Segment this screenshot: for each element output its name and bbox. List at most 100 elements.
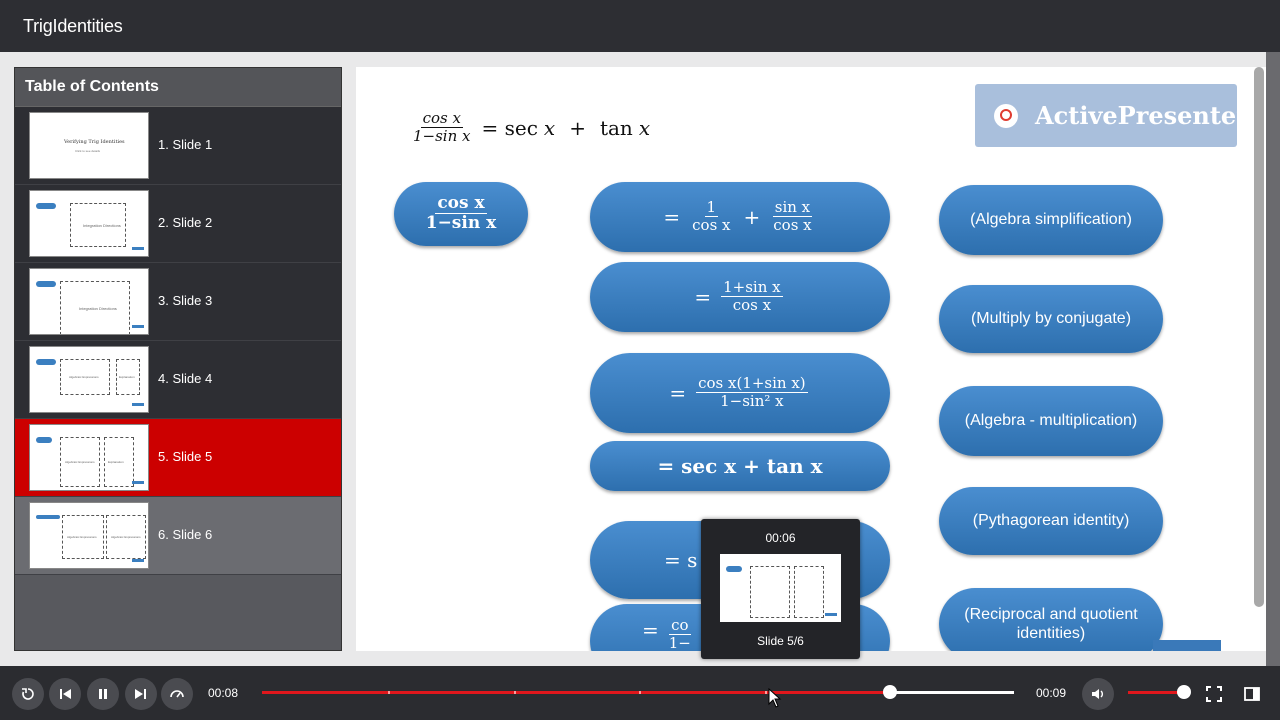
note-pythagorean-identity[interactable]: (Pythagorean identity) bbox=[939, 487, 1163, 555]
tooltip-slide-preview bbox=[720, 554, 841, 622]
note-algebra-multiplication[interactable]: (Algebra - multiplication) bbox=[939, 386, 1163, 456]
seek-progress[interactable] bbox=[262, 691, 890, 694]
slide-thumbnail: Algebraic Expressions Explanation bbox=[29, 424, 149, 491]
step-2-equals: = bbox=[694, 285, 712, 309]
note-reciprocal-quotient[interactable]: (Reciprocal and quotient identities) bbox=[939, 588, 1163, 651]
thumb-button bbox=[132, 559, 144, 562]
thumb-box: Integration Directions bbox=[70, 203, 126, 247]
title-bar: TrigIdentities bbox=[0, 0, 1280, 52]
volume-level[interactable] bbox=[1128, 691, 1184, 694]
start-expression-bubble[interactable]: cos x 1−sin x bbox=[394, 182, 528, 246]
heading-numerator: cos x bbox=[420, 109, 463, 128]
logo-icon bbox=[994, 104, 1018, 128]
sidebar-toggle-button[interactable] bbox=[1238, 680, 1266, 708]
slide-thumbnail: Algebraic Expressions Algebraic Expressi… bbox=[29, 502, 149, 569]
thumb-box: Integration Directions bbox=[60, 281, 130, 334]
thumb-box-label: Algebraic Expressions bbox=[111, 535, 141, 539]
thumb-box: Explanation bbox=[116, 359, 140, 395]
toc-item-slide-5[interactable]: Algebraic Expressions Explanation 5. Sli… bbox=[15, 419, 341, 497]
forward-button[interactable] bbox=[125, 678, 157, 710]
toc-item-slide-1[interactable]: Verifying Trig Identities Click to see d… bbox=[15, 107, 341, 185]
thumb-pill bbox=[36, 515, 60, 519]
forward-icon bbox=[135, 689, 146, 699]
step-6-equals: = bbox=[642, 618, 659, 642]
heading-x2: x bbox=[638, 115, 651, 140]
seek-handle[interactable] bbox=[883, 685, 897, 699]
toc-item-label: 4. Slide 4 bbox=[158, 371, 213, 386]
heading-denominator: 1−sin x bbox=[413, 126, 471, 145]
thumb-button bbox=[132, 247, 144, 250]
volume-icon bbox=[1092, 689, 1103, 699]
thumb-box-label: Algebraic Expressions bbox=[65, 460, 95, 464]
fraction-denominator: cos x bbox=[773, 216, 812, 235]
thumb-pill bbox=[726, 566, 742, 572]
step-1-equals: = bbox=[663, 205, 681, 229]
mute-button[interactable] bbox=[1082, 678, 1114, 710]
heading-x: x bbox=[543, 115, 556, 140]
seek-preview-tooltip: 00:06 Slide 5/6 bbox=[701, 519, 860, 659]
toc-item-slide-3[interactable]: Integration Directions 3. Slide 3 bbox=[15, 263, 341, 341]
slide-thumbnail: Verifying Trig Identities Click to see d… bbox=[29, 112, 149, 179]
right-panel-edge bbox=[1266, 52, 1280, 666]
thumb-box bbox=[794, 566, 824, 618]
step-3-bubble[interactable]: = cos x(1+sin x) 1−sin² x bbox=[590, 353, 890, 433]
thumb-title: Verifying Trig Identities bbox=[64, 139, 125, 145]
logo-text: ActivePresenter bbox=[1035, 101, 1249, 130]
heading-tan: tan bbox=[599, 115, 633, 140]
step-3-fraction: cos x(1+sin x) 1−sin² x bbox=[696, 376, 808, 409]
thumb-button bbox=[132, 403, 144, 406]
heading-sec: = sec bbox=[481, 115, 538, 140]
fraction-numerator: co bbox=[669, 616, 691, 635]
note-algebra-simplification[interactable]: (Algebra simplification) bbox=[939, 185, 1163, 255]
thumb-button bbox=[132, 325, 144, 328]
start-denominator: 1−sin x bbox=[425, 213, 497, 234]
rewind-icon bbox=[60, 689, 71, 699]
step-4-bubble[interactable]: = sec x + tan x bbox=[590, 441, 890, 491]
fraction-denominator: 1−sin² x bbox=[720, 392, 784, 411]
slide-thumbnail: Integration Directions bbox=[29, 268, 149, 335]
fraction-numerator: 1+sin x bbox=[721, 278, 783, 298]
toc-item-label: 3. Slide 3 bbox=[158, 293, 213, 308]
fullscreen-icon bbox=[1206, 686, 1222, 702]
step-1-bubble[interactable]: = 1 cos x + sin x cos x bbox=[590, 182, 890, 252]
step-2-bubble[interactable]: = 1+sin x cos x bbox=[590, 262, 890, 332]
sidebar-toggle-icon bbox=[1244, 687, 1260, 701]
start-fraction: cos x 1−sin x bbox=[424, 194, 499, 234]
thumb-box-label: Algebraic Expressions bbox=[69, 375, 99, 379]
toc-item-label: 5. Slide 5 bbox=[158, 449, 213, 464]
thumb-box: Algebraic Expressions bbox=[60, 359, 110, 395]
replay-button[interactable] bbox=[12, 678, 44, 710]
thumb-subtitle: Click to see details bbox=[75, 149, 101, 153]
slide-marker bbox=[765, 691, 767, 694]
fullscreen-button[interactable] bbox=[1200, 680, 1228, 708]
toc-item-slide-2[interactable]: Integration Directions 2. Slide 2 bbox=[15, 185, 341, 263]
step-2-fraction: 1+sin x cos x bbox=[721, 280, 783, 313]
toc-item-label: 6. Slide 6 bbox=[158, 527, 213, 542]
thumb-box: Explanation bbox=[104, 437, 134, 487]
note-multiply-by-conjugate[interactable]: (Multiply by conjugate) bbox=[939, 285, 1163, 353]
thumb-pill bbox=[36, 437, 52, 443]
slide-scrollbar-thumb[interactable] bbox=[1254, 67, 1264, 607]
speed-icon bbox=[170, 690, 184, 698]
toc-item-slide-4[interactable]: Algebraic Expressions Explanation 4. Sli… bbox=[15, 341, 341, 419]
thumb-box-label: Integration Directions bbox=[83, 223, 121, 228]
thumb-box-label: Explanation bbox=[119, 375, 135, 379]
mouse-cursor-icon bbox=[768, 688, 782, 708]
toc-item-slide-6[interactable]: Algebraic Expressions Algebraic Expressi… bbox=[15, 497, 341, 575]
playback-speed-button[interactable] bbox=[161, 678, 193, 710]
step-1-plus: + bbox=[743, 205, 761, 229]
rewind-button[interactable] bbox=[49, 678, 81, 710]
pause-icon bbox=[99, 689, 107, 699]
thumb-button bbox=[825, 613, 837, 616]
replay-icon bbox=[22, 688, 34, 700]
thumb-pill bbox=[36, 203, 56, 209]
thumb-box: Algebraic Expressions bbox=[106, 515, 146, 559]
tooltip-caption: Slide 5/6 bbox=[757, 634, 804, 648]
slide-marker bbox=[388, 691, 390, 694]
pause-button[interactable] bbox=[87, 678, 119, 710]
thumb-box: Algebraic Expressions bbox=[62, 515, 104, 559]
thumb-box-label: Algebraic Expressions bbox=[67, 535, 97, 539]
volume-handle[interactable] bbox=[1177, 685, 1191, 699]
slide-marker bbox=[514, 691, 516, 694]
thumb-button bbox=[132, 481, 144, 484]
